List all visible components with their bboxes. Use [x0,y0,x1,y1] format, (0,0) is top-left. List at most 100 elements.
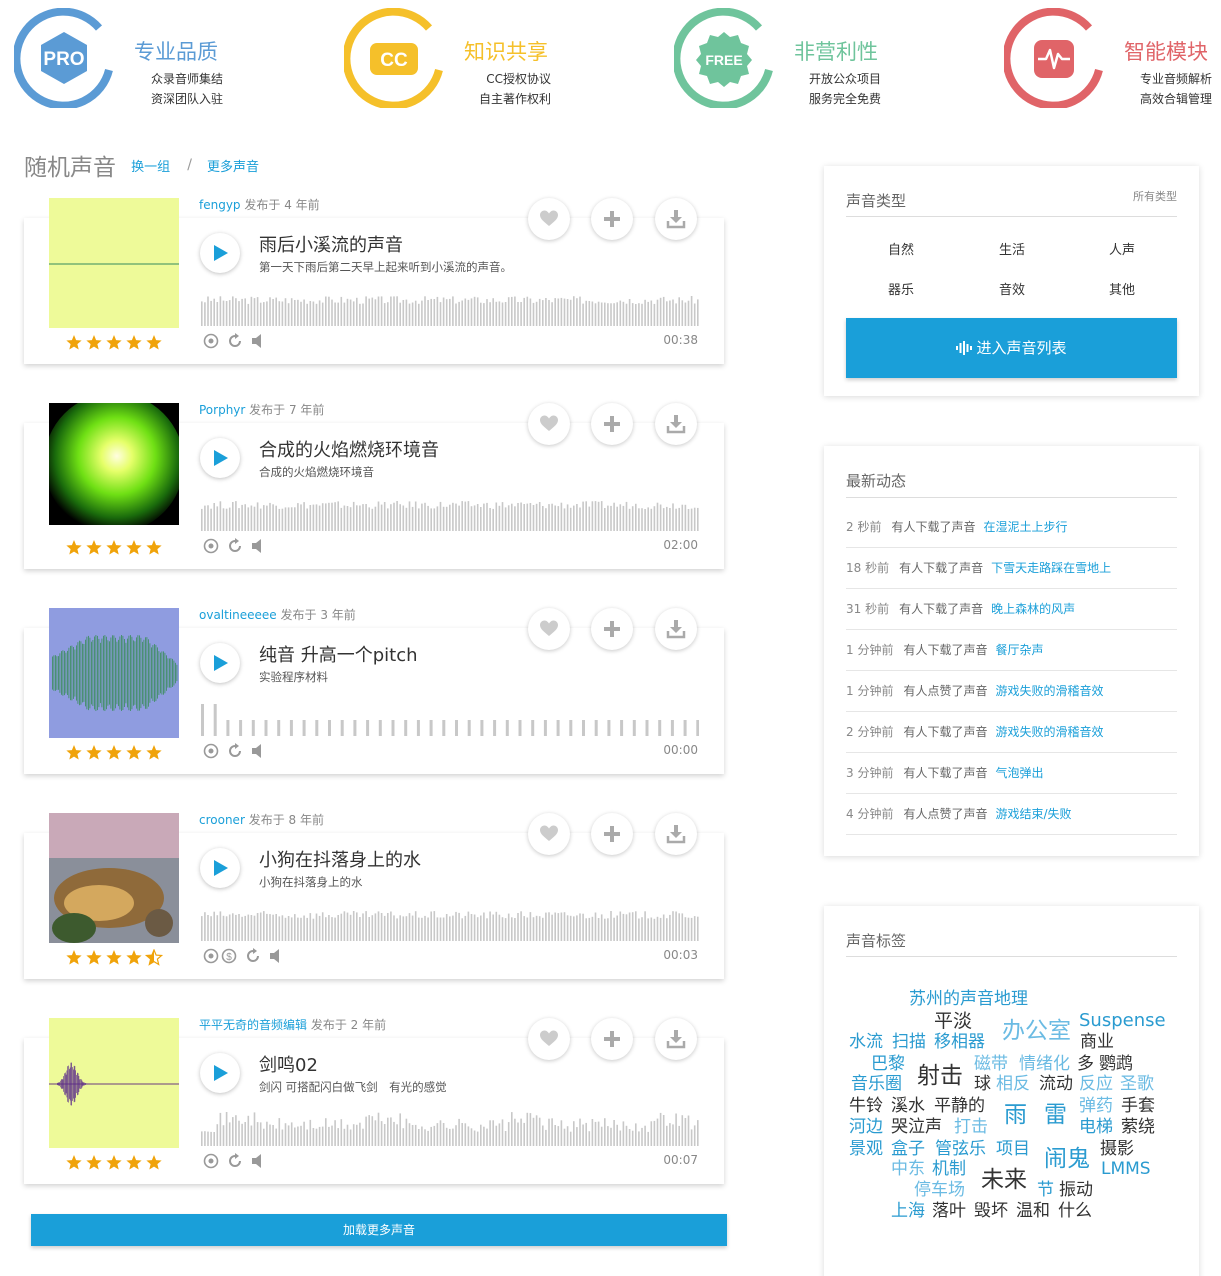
tag-link[interactable]: 圣歌 [1120,1076,1154,1093]
waveform-thumbnail[interactable] [49,403,179,533]
enter-sound-list-button[interactable]: 进入声音列表 [846,318,1177,378]
download-button[interactable] [655,1018,697,1060]
tag-link[interactable]: 什么 [1058,1203,1092,1220]
activity-sound-link[interactable]: 晚上森林的风声 [991,602,1075,616]
tag-link[interactable]: 雷 [1044,1104,1067,1127]
tag-link[interactable]: 反应 [1079,1076,1113,1093]
download-button[interactable] [655,198,697,240]
tag-link[interactable]: 平静的 [934,1098,985,1115]
like-button[interactable] [528,813,570,855]
waveform-thumbnail[interactable] [49,813,179,943]
category-voice[interactable]: 人声 [1067,239,1177,258]
tag-link[interactable]: 多 [1077,1056,1094,1073]
like-button[interactable] [528,198,570,240]
tag-link[interactable]: 流动 [1039,1076,1073,1093]
tag-link[interactable]: 毁坏 [974,1203,1008,1220]
all-types-link[interactable]: 所有类型 [1133,188,1177,204]
category-sfx[interactable]: 音效 [957,279,1067,298]
add-button[interactable] [591,1018,633,1060]
tag-link[interactable]: 项目 [996,1141,1030,1158]
tag-link[interactable]: 平淡 [934,1012,972,1031]
waveform-preview[interactable] [201,700,699,736]
tag-link[interactable]: 萦绕 [1121,1119,1155,1136]
tag-link[interactable]: 上海 [891,1203,925,1220]
category-instrument[interactable]: 器乐 [846,279,956,298]
waveform-preview[interactable] [201,1110,699,1146]
tag-link[interactable]: 落叶 [932,1203,966,1220]
tag-link[interactable]: 雨 [1004,1104,1027,1127]
uploader-link[interactable]: crooner [199,813,245,827]
tag-link[interactable]: Suspense [1079,1012,1166,1030]
download-button[interactable] [655,608,697,650]
tag-link[interactable]: 摄影 [1100,1141,1134,1158]
tag-link[interactable]: 打击 [954,1119,988,1136]
tag-link[interactable]: 商业 [1080,1034,1114,1051]
uploader-link[interactable]: Porphyr [199,403,245,417]
activity-sound-link[interactable]: 在湿泥土上步行 [983,520,1067,534]
tag-link[interactable]: 球 [974,1076,991,1093]
tag-link[interactable]: 鹦鹉 [1099,1056,1133,1073]
tag-link[interactable]: 管弦乐 [935,1141,986,1158]
tag-link[interactable]: 盒子 [891,1141,925,1158]
activity-sound-link[interactable]: 游戏结束/失败 [995,807,1071,821]
activity-sound-link[interactable]: 餐厅杂声 [995,643,1043,657]
tag-link[interactable]: LMMS [1101,1161,1151,1178]
activity-sound-link[interactable]: 气泡弹出 [995,766,1043,780]
tag-link[interactable]: 节 [1037,1182,1054,1199]
tag-link[interactable]: 巴黎 [871,1056,905,1073]
like-button[interactable] [528,403,570,445]
tag-link[interactable]: 温和 [1016,1203,1050,1220]
tag-link[interactable]: 停车场 [914,1182,965,1199]
uploader-link[interactable]: 平平无奇的音频编辑 [199,1018,307,1032]
tag-link[interactable]: 办公室 [1002,1020,1071,1043]
tag-link[interactable]: 弹药 [1079,1098,1113,1115]
add-button[interactable] [591,403,633,445]
sound-title[interactable]: 纯音 升高一个pitch [259,641,418,667]
activity-sound-link[interactable]: 下雪天走路踩在雪地上 [991,561,1111,575]
activity-sound-link[interactable]: 游戏失败的滑稽音效 [995,684,1103,698]
category-other[interactable]: 其他 [1067,279,1177,298]
waveform-preview[interactable] [201,905,699,941]
shuffle-link[interactable]: 换一组 [131,160,170,175]
tag-link[interactable]: 情绪化 [1019,1056,1070,1073]
category-life[interactable]: 生活 [957,239,1067,258]
category-nature[interactable]: 自然 [846,239,956,258]
play-button[interactable] [200,438,240,478]
tag-link[interactable]: 水流 [849,1034,883,1051]
uploader-link[interactable]: ovaltineeeee [199,608,277,622]
activity-sound-link[interactable]: 游戏失败的滑稽音效 [995,725,1103,739]
more-sounds-link[interactable]: 更多声音 [207,160,259,175]
load-more-button[interactable]: 加载更多声音 [31,1214,727,1246]
waveform-preview[interactable] [201,290,699,326]
tag-link[interactable]: 机制 [932,1161,966,1178]
tag-link[interactable]: 景观 [849,1141,883,1158]
waveform-thumbnail[interactable] [49,198,179,328]
tag-link[interactable]: 中东 [891,1161,925,1178]
sound-title[interactable]: 雨后小溪流的声音 [259,231,403,257]
add-button[interactable] [591,813,633,855]
tag-link[interactable]: 磁带 [974,1056,1008,1073]
tag-link[interactable]: 振动 [1059,1182,1093,1199]
play-button[interactable] [200,643,240,683]
tag-link[interactable]: 移相器 [934,1034,985,1051]
waveform-thumbnail[interactable] [49,608,179,738]
play-button[interactable] [200,233,240,273]
sound-title[interactable]: 小狗在抖落身上的水 [259,846,421,872]
tag-link[interactable]: 音乐圈 [851,1076,902,1093]
tag-link[interactable]: 哭泣声 [891,1119,942,1136]
play-button[interactable] [200,1053,240,1093]
tag-link[interactable]: 电梯 [1079,1119,1113,1136]
download-button[interactable] [655,403,697,445]
like-button[interactable] [528,1018,570,1060]
tag-link[interactable]: 牛铃 [849,1098,883,1115]
add-button[interactable] [591,198,633,240]
play-button[interactable] [200,848,240,888]
sound-title[interactable]: 合成的火焰燃烧环境音 [259,436,439,462]
download-button[interactable] [655,813,697,855]
waveform-preview[interactable] [201,495,699,531]
add-button[interactable] [591,608,633,650]
tag-link[interactable]: 溪水 [891,1098,925,1115]
tag-link[interactable]: 相反 [996,1076,1030,1093]
sound-title[interactable]: 剑鸣02 [259,1051,318,1077]
uploader-link[interactable]: fengyp [199,198,241,212]
